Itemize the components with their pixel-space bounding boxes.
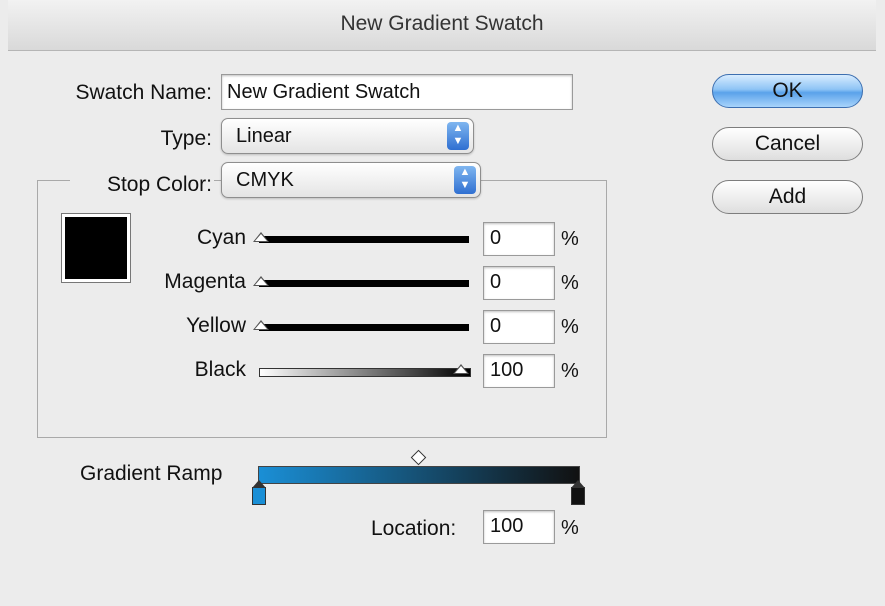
stop-color-label: Stop Color: [70, 173, 214, 197]
yellow-label: Yellow [186, 314, 246, 337]
type-label: Type: [160, 127, 212, 150]
yellow-slider[interactable] [259, 324, 469, 331]
ok-button[interactable]: OK [712, 74, 863, 108]
yellow-field[interactable]: 0 [483, 310, 555, 344]
gradient-stop-end[interactable] [571, 480, 585, 505]
title-bar: New Gradient Swatch [8, 0, 876, 51]
magenta-label: Magenta [164, 270, 246, 293]
type-select-value: Linear [236, 125, 292, 147]
black-slider-thumb[interactable] [453, 364, 469, 374]
black-field[interactable]: 100 [483, 354, 555, 388]
gradient-ramp[interactable] [258, 466, 580, 484]
type-select[interactable]: Linear ▲ ▼ [221, 118, 474, 154]
location-unit: % [561, 517, 579, 539]
swatch-name-field[interactable] [221, 74, 573, 110]
cyan-unit: % [561, 228, 579, 250]
magenta-field[interactable]: 0 [483, 266, 555, 300]
stop-color-select[interactable]: CMYK ▲ ▼ [221, 162, 481, 198]
cancel-button[interactable]: Cancel [712, 127, 863, 161]
magenta-slider[interactable] [259, 280, 469, 287]
stop-color-select-value: CMYK [236, 169, 294, 191]
add-button[interactable]: Add [712, 180, 863, 214]
cyan-slider-thumb[interactable] [253, 232, 269, 242]
cyan-label: Cyan [196, 226, 246, 249]
gradient-midpoint-handle[interactable] [410, 449, 427, 466]
dialog-title: New Gradient Swatch [340, 12, 544, 35]
black-slider[interactable] [259, 368, 471, 377]
black-label: Black [194, 358, 246, 381]
location-label: Location: [371, 517, 457, 540]
black-unit: % [561, 360, 579, 382]
swatch-name-label: Swatch Name: [75, 81, 212, 104]
stop-color-preview-fill [65, 217, 127, 279]
gradient-stop-start[interactable] [252, 480, 266, 505]
chevron-up-down-icon: ▲ ▼ [447, 122, 469, 150]
location-field[interactable]: 100 [483, 510, 555, 544]
cyan-slider[interactable] [259, 236, 469, 243]
cyan-field[interactable]: 0 [483, 222, 555, 256]
magenta-unit: % [561, 272, 579, 294]
chevron-up-down-icon: ▲ ▼ [454, 166, 476, 194]
yellow-unit: % [561, 316, 579, 338]
gradient-ramp-label: Gradient Ramp [80, 462, 223, 485]
yellow-slider-thumb[interactable] [253, 320, 269, 330]
magenta-slider-thumb[interactable] [253, 276, 269, 286]
